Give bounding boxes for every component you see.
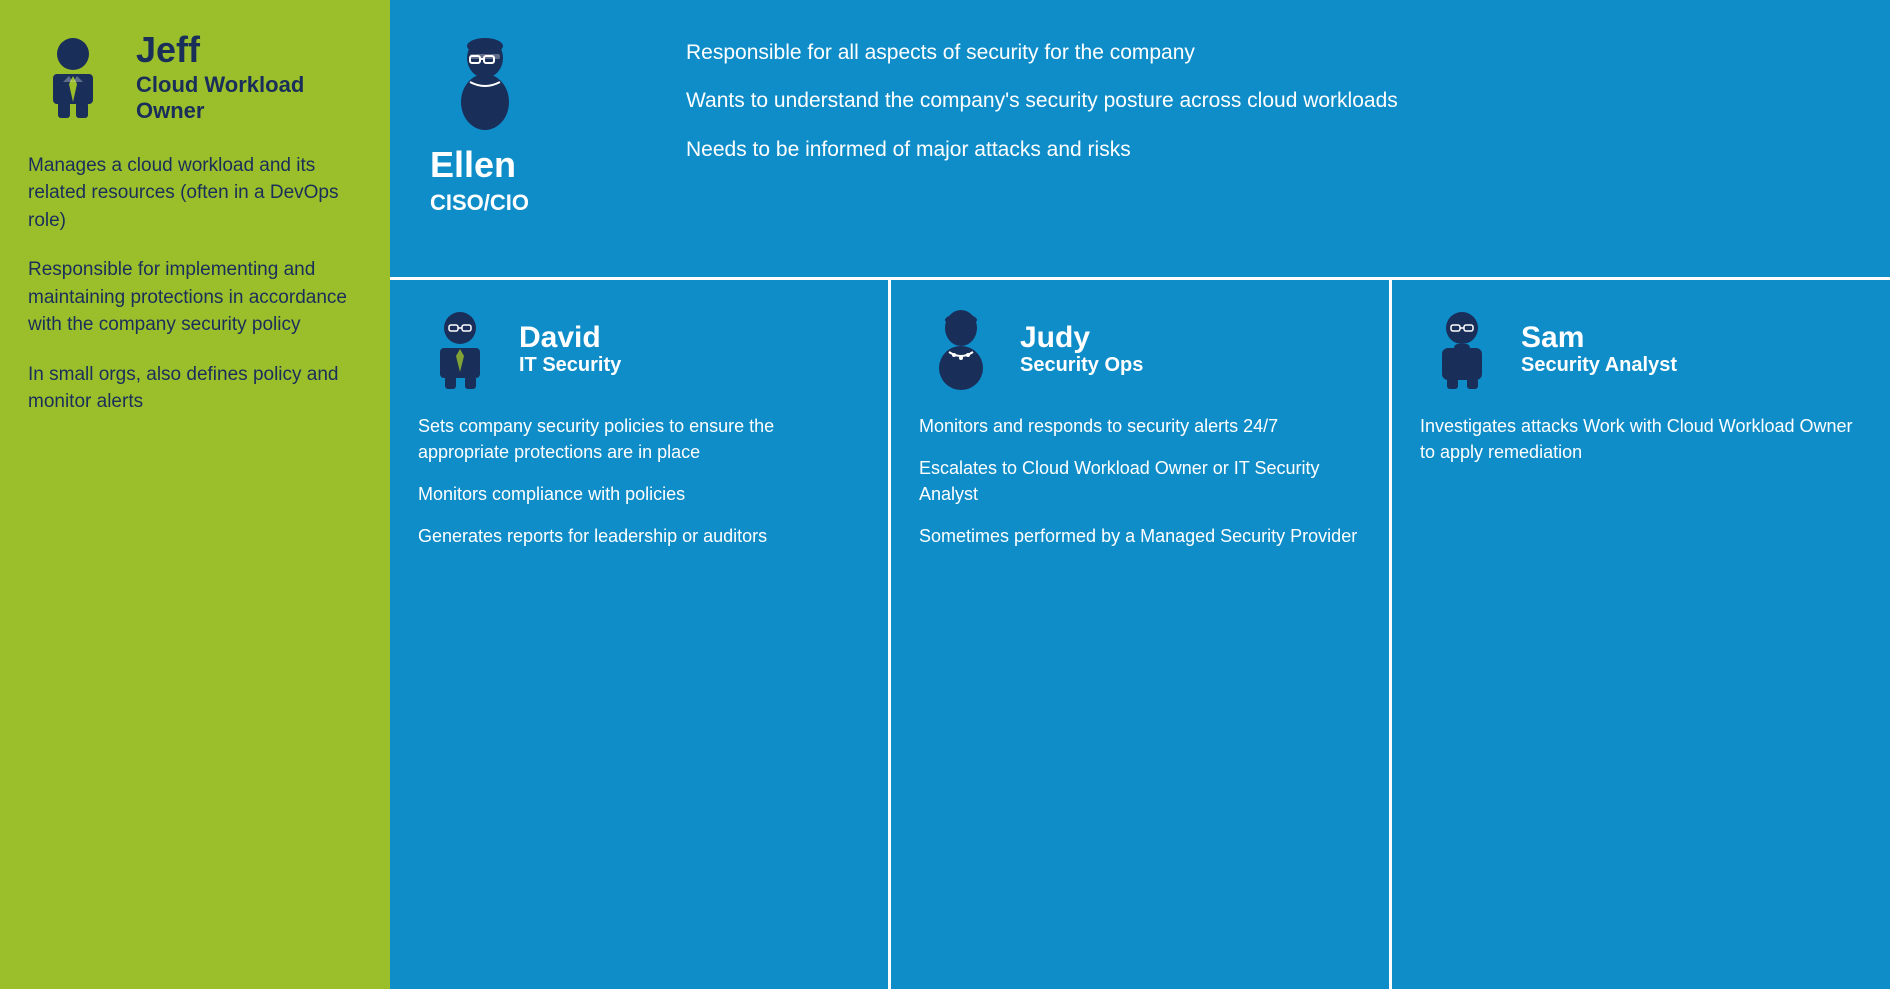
jeff-bullet-2: Responsible for implementing and maintai… bbox=[28, 256, 362, 339]
sam-name: Sam bbox=[1521, 321, 1677, 354]
left-panel: Jeff Cloud WorkloadOwner Manages a cloud… bbox=[0, 0, 390, 989]
david-header: David IT Security bbox=[418, 306, 860, 391]
david-panel: David IT Security Sets company security … bbox=[390, 280, 891, 989]
jeff-bullet-3: In small orgs, also defines policy and m… bbox=[28, 361, 362, 416]
judy-role: Security Ops bbox=[1020, 354, 1143, 377]
ellen-bullets: Responsible for all aspects of security … bbox=[686, 30, 1398, 165]
david-bullet-3: Generates reports for leadership or audi… bbox=[418, 523, 860, 549]
judy-header: Judy Security Ops bbox=[919, 306, 1361, 391]
ellen-section: Ellen CISO/CIO Responsible for all aspec… bbox=[390, 0, 1890, 280]
ellen-name: Ellen bbox=[430, 144, 516, 186]
jeff-role: Cloud WorkloadOwner bbox=[136, 72, 304, 124]
judy-bullet-1: Monitors and responds to security alerts… bbox=[919, 413, 1361, 439]
sam-role: Security Analyst bbox=[1521, 354, 1677, 377]
sam-panel: Sam Security Analyst Investigates attack… bbox=[1392, 280, 1890, 989]
ellen-icon bbox=[430, 30, 540, 140]
david-role: IT Security bbox=[519, 354, 621, 377]
ellen-header: Ellen CISO/CIO bbox=[430, 30, 650, 216]
jeff-bullet-1: Manages a cloud workload and its related… bbox=[28, 152, 362, 235]
david-name: David bbox=[519, 321, 621, 354]
david-icon bbox=[418, 306, 503, 391]
judy-bullet-2: Escalates to Cloud Workload Owner or IT … bbox=[919, 455, 1361, 507]
ellen-bullet-1: Responsible for all aspects of security … bbox=[686, 38, 1398, 68]
judy-bullet-3: Sometimes performed by a Managed Securit… bbox=[919, 523, 1361, 549]
david-bullet-1: Sets company security policies to ensure… bbox=[418, 413, 860, 465]
jeff-header: Jeff Cloud WorkloadOwner bbox=[28, 30, 362, 124]
bottom-section: David IT Security Sets company security … bbox=[390, 280, 1890, 989]
ellen-bullet-2: Wants to understand the company's securi… bbox=[686, 86, 1398, 116]
judy-panel: Judy Security Ops Monitors and responds … bbox=[891, 280, 1392, 989]
ellen-role: CISO/CIO bbox=[430, 190, 529, 216]
jeff-icon bbox=[28, 32, 118, 122]
right-panel: Ellen CISO/CIO Responsible for all aspec… bbox=[390, 0, 1890, 989]
sam-icon bbox=[1420, 306, 1505, 391]
judy-icon bbox=[919, 306, 1004, 391]
sam-header: Sam Security Analyst bbox=[1420, 306, 1862, 391]
sam-bullet-1: Investigates attacks Work with Cloud Wor… bbox=[1420, 413, 1862, 465]
jeff-name: Jeff bbox=[136, 30, 304, 70]
ellen-bullet-3: Needs to be informed of major attacks an… bbox=[686, 135, 1398, 165]
david-bullet-2: Monitors compliance with policies bbox=[418, 481, 860, 507]
judy-name: Judy bbox=[1020, 321, 1143, 354]
